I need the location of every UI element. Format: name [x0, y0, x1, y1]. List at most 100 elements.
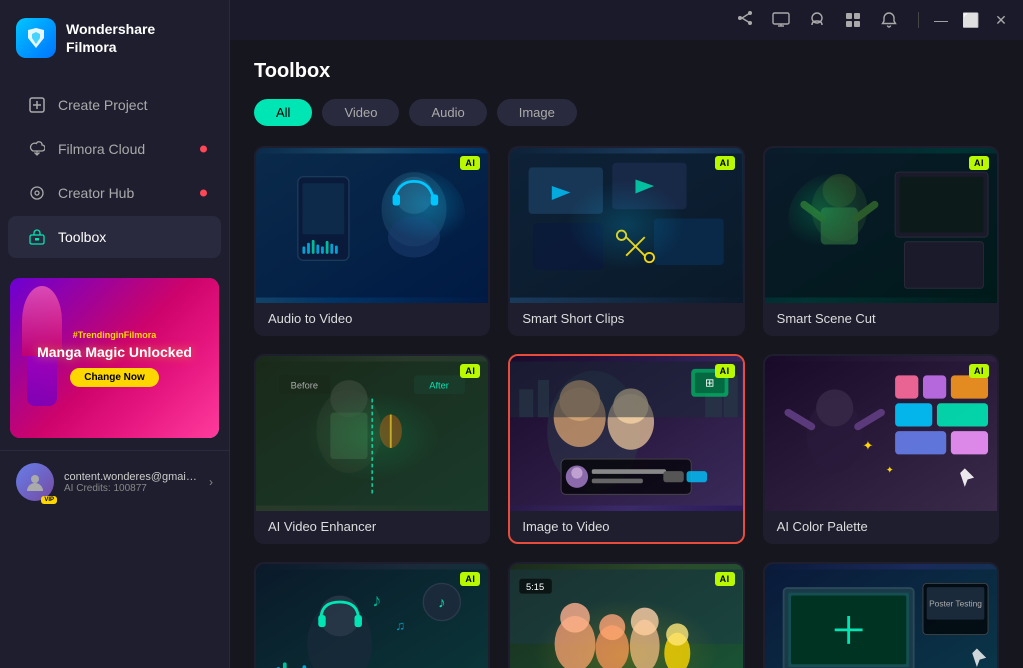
banner-title: Manga Magic Unlocked — [37, 344, 192, 360]
user-avatar: VIP — [16, 463, 54, 501]
app-logo-icon — [16, 18, 56, 58]
upload-icon[interactable] — [806, 9, 828, 31]
sidebar-item-create-project[interactable]: Create Project — [8, 84, 221, 126]
notification-dot — [200, 146, 207, 153]
svg-text:5:15: 5:15 — [526, 582, 544, 592]
user-credits: AI Credits: 100877 — [64, 483, 199, 494]
svg-text:After: After — [429, 380, 449, 390]
window-controls: — ⬜ ✕ — [927, 6, 1015, 34]
filter-video-button[interactable]: Video — [322, 99, 399, 126]
sidebar-item-filmora-cloud[interactable]: Filmora Cloud — [8, 128, 221, 170]
toolbox-icon — [28, 228, 46, 246]
close-button[interactable]: ✕ — [987, 6, 1015, 34]
card-thumbnail: AI — [765, 356, 997, 511]
ai-badge: AI — [969, 364, 989, 378]
card-audio-to-video[interactable]: AI — [254, 146, 490, 336]
svg-text:♪: ♪ — [372, 590, 381, 611]
user-profile-area[interactable]: VIP content.wonderes@gmail.... AI Credit… — [0, 450, 229, 513]
app-name: Wondershare Filmora — [66, 20, 155, 56]
create-project-icon — [28, 96, 46, 114]
svg-text:⊞: ⊞ — [705, 378, 714, 390]
notification-dot — [200, 190, 207, 197]
ai-badge: AI — [460, 364, 480, 378]
card-illustration: Before After — [256, 356, 488, 511]
banner-tag: #TrendinginFilmora — [37, 330, 192, 340]
card-thumbnail: AI — [510, 148, 742, 303]
card-thumbnail: AI — [256, 564, 488, 668]
card-smart-short-clips[interactable]: AI — [508, 146, 744, 336]
maximize-button[interactable]: ⬜ — [957, 6, 985, 34]
promo-banner[interactable]: #TrendinginFilmora Manga Magic Unlocked … — [10, 278, 219, 438]
grid-icon[interactable] — [842, 9, 864, 31]
card-9[interactable]: Poster Testing — [763, 562, 999, 668]
monitor-icon[interactable] — [770, 9, 792, 31]
bell-icon[interactable] — [878, 9, 900, 31]
svg-text:♪: ♪ — [438, 596, 445, 612]
ai-badge: AI — [715, 572, 735, 586]
sidebar-item-toolbox[interactable]: Toolbox — [8, 216, 221, 258]
card-illustration: 5:15 — [510, 564, 742, 668]
titlebar: — ⬜ ✕ — [230, 0, 1023, 40]
main-content: — ⬜ ✕ Toolbox All Video Audio Image AI — [230, 0, 1023, 668]
filter-image-button[interactable]: Image — [497, 99, 577, 126]
card-illustration — [510, 148, 742, 303]
page-title: Toolbox — [254, 60, 999, 83]
sidebar-item-label: Creator Hub — [58, 185, 134, 201]
svg-text:Poster Testing: Poster Testing — [929, 599, 982, 609]
filter-audio-button[interactable]: Audio — [409, 99, 486, 126]
card-label: Image to Video — [510, 511, 742, 542]
card-7[interactable]: AI — [254, 562, 490, 668]
banner-cta-button[interactable]: Change Now — [70, 368, 159, 387]
card-image-to-video[interactable]: AI — [508, 354, 744, 544]
svg-text:✦: ✦ — [862, 438, 873, 453]
titlebar-separator — [918, 12, 919, 28]
svg-text:✦: ✦ — [885, 465, 893, 475]
card-illustration — [256, 148, 488, 303]
card-8[interactable]: AI — [508, 562, 744, 668]
card-label: AI Video Enhancer — [256, 511, 488, 542]
chevron-right-icon: › — [209, 475, 213, 489]
sidebar-nav: Create Project Filmora Cloud Cre — [0, 76, 229, 266]
card-thumbnail: AI — [256, 148, 488, 303]
ai-badge: AI — [969, 156, 989, 170]
svg-text:♫: ♫ — [395, 618, 405, 633]
ai-badge: AI — [460, 156, 480, 170]
user-email: content.wonderes@gmail.... — [64, 471, 199, 483]
card-illustration: ⊞ — [510, 356, 742, 511]
filmora-cloud-icon — [28, 140, 46, 158]
filter-all-button[interactable]: All — [254, 99, 312, 126]
sidebar-item-label: Create Project — [58, 97, 147, 113]
sidebar: Wondershare Filmora Create Project — [0, 0, 230, 668]
toolbox-content: Toolbox All Video Audio Image AI — [230, 40, 1023, 668]
card-ai-video-enhancer[interactable]: AI — [254, 354, 490, 544]
vip-badge: VIP — [41, 496, 57, 504]
card-illustration: ♪ ♫ — [256, 564, 488, 668]
card-thumbnail: AI — [765, 148, 997, 303]
toolbox-grid: AI — [254, 146, 999, 668]
user-info: content.wonderes@gmail.... AI Credits: 1… — [64, 471, 199, 494]
sidebar-item-creator-hub[interactable]: Creator Hub — [8, 172, 221, 214]
creator-hub-icon — [28, 184, 46, 202]
card-ai-color-palette[interactable]: AI — [763, 354, 999, 544]
logo-area: Wondershare Filmora — [0, 0, 229, 76]
card-label: Smart Short Clips — [510, 303, 742, 334]
card-illustration: Poster Testing — [765, 564, 997, 668]
minimize-button[interactable]: — — [927, 6, 955, 34]
card-label: AI Color Palette — [765, 511, 997, 542]
card-label: Audio to Video — [256, 303, 488, 334]
card-illustration — [765, 148, 997, 303]
titlebar-icons — [238, 9, 910, 31]
ai-badge: AI — [715, 156, 735, 170]
ai-badge: AI — [460, 572, 480, 586]
card-illustration: ✦ ✦ — [765, 356, 997, 511]
sidebar-item-label: Filmora Cloud — [58, 141, 145, 157]
filter-bar: All Video Audio Image — [254, 99, 999, 126]
share-icon[interactable] — [734, 9, 756, 31]
svg-text:Before: Before — [291, 380, 318, 390]
card-thumbnail: AI — [510, 564, 742, 668]
card-label: Smart Scene Cut — [765, 303, 997, 334]
card-thumbnail: AI — [256, 356, 488, 511]
card-thumbnail: AI — [510, 356, 742, 511]
ai-badge: AI — [715, 364, 735, 378]
card-smart-scene-cut[interactable]: AI — [763, 146, 999, 336]
